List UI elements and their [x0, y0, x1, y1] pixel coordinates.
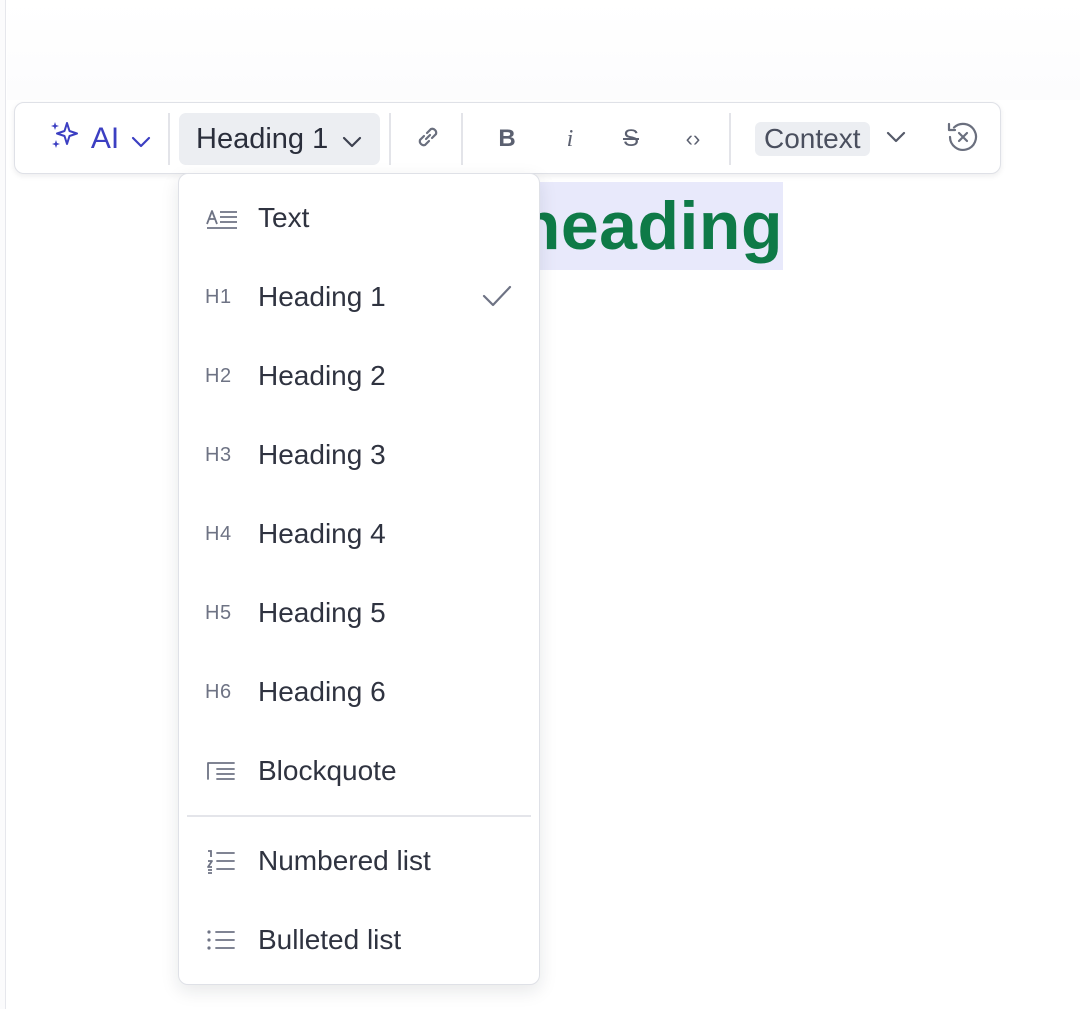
sparkles-icon — [47, 118, 81, 160]
menu-item-text[interactable]: Text — [179, 188, 539, 248]
menu-item-label: Bulleted list — [258, 924, 402, 955]
menu-item-label: Heading 2 — [258, 360, 386, 391]
menu-item-label: Heading 4 — [258, 518, 386, 549]
h1-icon: H1 — [205, 285, 232, 308]
link-button[interactable] — [408, 113, 448, 165]
menu-item-label: Heading 1 — [258, 281, 386, 312]
block-type-dropdown[interactable]: Heading 1 — [179, 113, 380, 165]
menu-item-numbered-list[interactable]: Numbered list — [179, 831, 539, 891]
menu-item-label: Heading 6 — [258, 676, 386, 707]
menu-item-heading-6[interactable]: H6 Heading 6 — [179, 662, 539, 722]
formatting-toolbar: AI Heading 1 B i S ‹› Context — [14, 102, 1001, 174]
menu-item-bulleted-list[interactable]: Bulleted list — [179, 910, 539, 970]
menu-item-label: Heading 5 — [258, 597, 386, 628]
strikethrough-button[interactable]: S — [611, 113, 651, 165]
context-label: Context — [755, 122, 870, 156]
menu-item-label: Text — [258, 202, 310, 233]
h5-icon: H5 — [205, 601, 232, 624]
clear-formatting-button[interactable] — [943, 113, 983, 165]
text-icon — [205, 203, 241, 233]
h2-icon: H2 — [205, 364, 232, 387]
bold-button[interactable]: B — [487, 113, 527, 165]
context-dropdown[interactable]: Context — [755, 113, 915, 165]
chevron-down-icon — [886, 130, 906, 148]
blockquote-icon — [205, 756, 241, 786]
editor-page: heading AI Heading 1 B i S ‹› Context Te… — [0, 0, 1080, 1009]
menu-item-blockquote[interactable]: Blockquote — [179, 741, 539, 801]
menu-item-heading-2[interactable]: H2 Heading 2 — [179, 346, 539, 406]
h6-icon: H6 — [205, 680, 232, 703]
numbered-list-icon — [205, 846, 241, 876]
code-button[interactable]: ‹› — [673, 113, 713, 165]
menu-divider — [187, 815, 531, 817]
h4-icon: H4 — [205, 522, 232, 545]
toolbar-divider — [389, 113, 391, 165]
link-icon — [413, 122, 443, 157]
menu-item-label: Heading 3 — [258, 439, 386, 470]
menu-item-heading-1[interactable]: H1 Heading 1 — [179, 267, 539, 327]
checkmark-icon — [481, 282, 513, 315]
left-border — [0, 0, 6, 1009]
ai-menu-button[interactable]: AI — [33, 113, 165, 165]
italic-button[interactable]: i — [550, 113, 590, 165]
editor-top-area — [7, 0, 1080, 100]
menu-item-heading-3[interactable]: H3 Heading 3 — [179, 425, 539, 485]
bulleted-list-icon — [205, 925, 241, 955]
chevron-down-icon — [131, 122, 151, 156]
menu-item-heading-4[interactable]: H4 Heading 4 — [179, 504, 539, 564]
toolbar-divider — [729, 113, 731, 165]
menu-item-label: Numbered list — [258, 845, 431, 876]
chevron-down-icon — [342, 123, 362, 156]
clear-format-icon — [945, 119, 981, 160]
toolbar-divider — [168, 113, 170, 165]
block-type-label: Heading 1 — [196, 122, 329, 155]
menu-item-label: Blockquote — [258, 755, 397, 786]
toolbar-divider — [461, 113, 463, 165]
menu-item-heading-5[interactable]: H5 Heading 5 — [179, 583, 539, 643]
ai-label: AI — [90, 122, 120, 155]
block-type-menu: Text H1 Heading 1 H2 Heading 2 H3 Headin… — [178, 173, 540, 985]
h3-icon: H3 — [205, 443, 232, 466]
